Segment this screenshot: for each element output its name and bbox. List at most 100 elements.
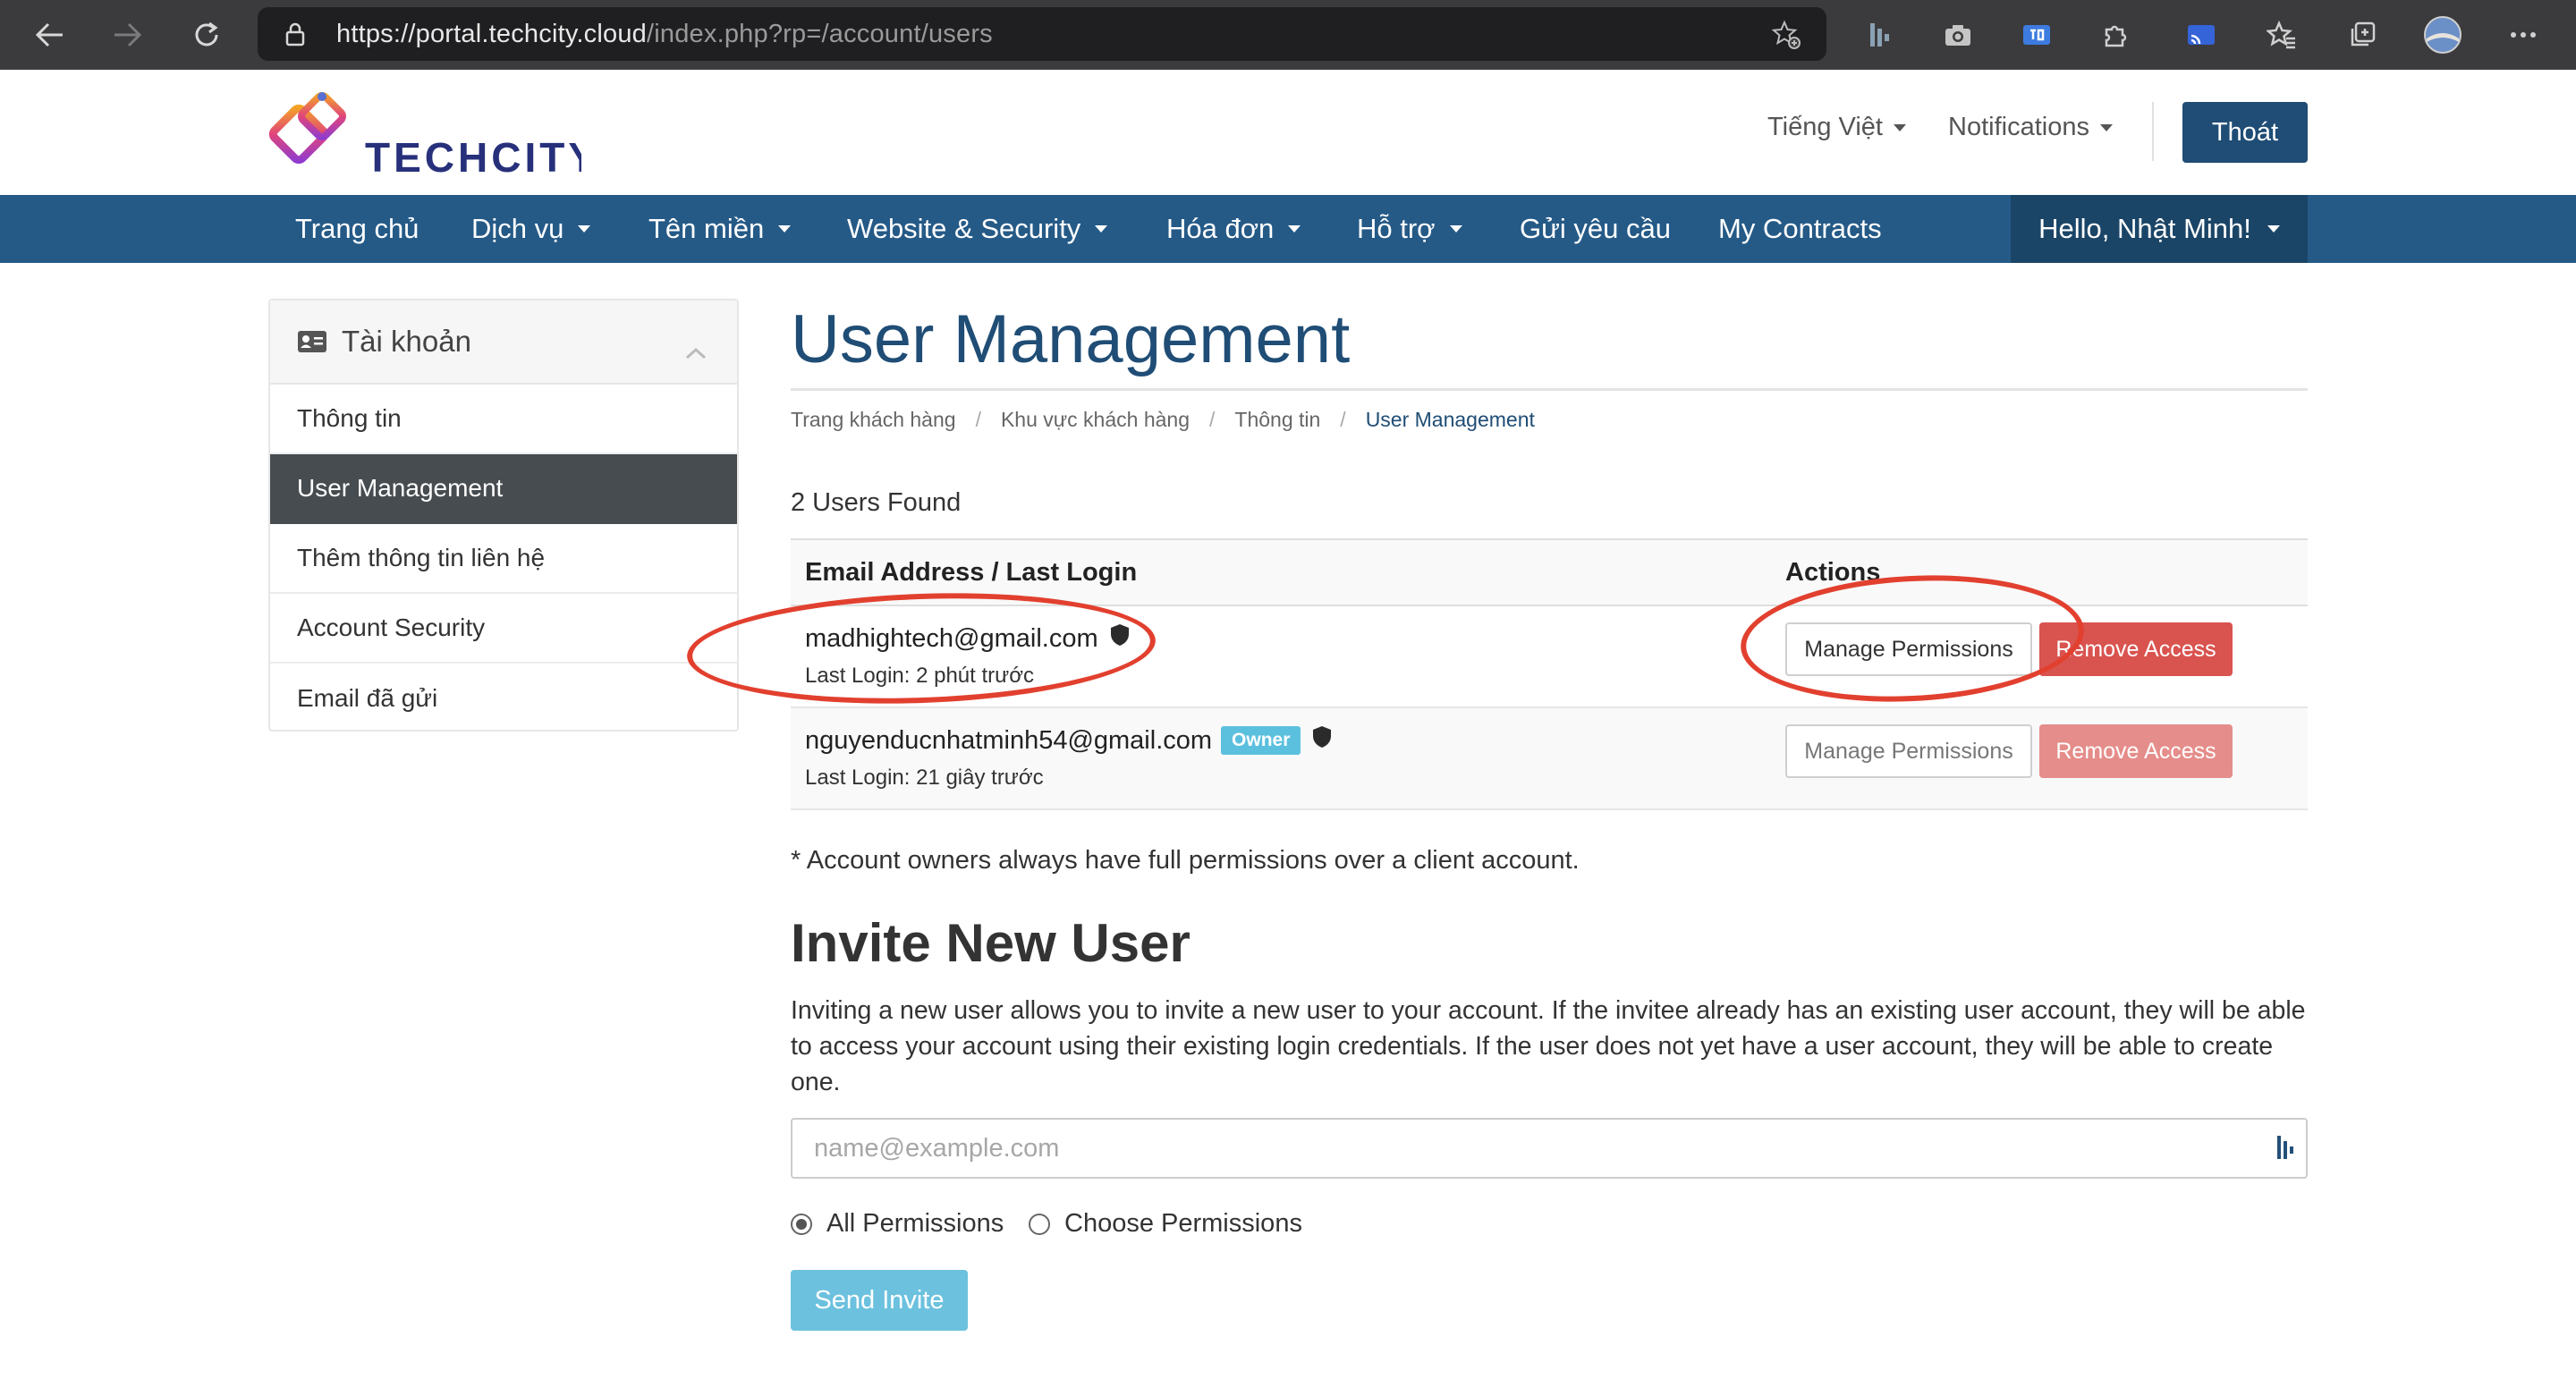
account-sidebar: Tài khoản Thông tin User Management Thêm…	[268, 299, 739, 732]
nav-billing-label: Hóa đơn	[1166, 213, 1275, 244]
sidebar-item-label: Thông tin	[297, 404, 402, 432]
nav-services-label: Dịch vụ	[471, 213, 564, 244]
notifications-label: Notifications	[1948, 113, 2089, 141]
page-title: User Management	[791, 301, 1351, 377]
nav-website-security[interactable]: Website & Security	[847, 195, 1108, 263]
users-table: Email Address / Last Login Actions madhi…	[791, 538, 2308, 810]
breadcrumb-profile[interactable]: Thông tin	[1234, 408, 1320, 432]
techcity-logo[interactable]: TECHCITY	[268, 88, 596, 181]
sidebar-item-user-management[interactable]: User Management	[270, 454, 737, 524]
invite-section-title: Invite New User	[791, 913, 1191, 973]
nav-submit-ticket[interactable]: Gửi yêu cầu	[1520, 195, 1671, 263]
nav-domains[interactable]: Tên miền	[648, 195, 792, 263]
column-header-email: Email Address / Last Login	[805, 558, 1138, 587]
user-last-login: Last Login: 2 phút trước	[805, 664, 1034, 688]
owner-permissions-note: * Account owners always have full permis…	[791, 846, 1580, 875]
bitwarden-extension-icon[interactable]	[1857, 13, 1902, 57]
nav-my-contracts[interactable]: My Contracts	[1718, 195, 1882, 263]
logout-button[interactable]: Thoát	[2182, 102, 2308, 163]
chevron-down-icon	[1288, 225, 1301, 233]
site-header: TECHCITY Tiếng Việt Notifications Thoát	[0, 70, 2576, 195]
more-menu-icon[interactable]	[2501, 13, 2546, 57]
sidebar-header[interactable]: Tài khoản	[270, 300, 737, 385]
sidebar-item-label: Account Security	[297, 613, 486, 641]
nav-support[interactable]: Hỗ trợ	[1357, 195, 1462, 263]
collections-icon[interactable]	[2340, 13, 2385, 57]
sidebar-item-emails-sent[interactable]: Email đã gửi	[270, 664, 737, 733]
breadcrumb-separator: /	[1209, 408, 1216, 431]
radio-all-permissions[interactable]: All Permissions	[791, 1209, 1004, 1239]
chevron-down-icon	[778, 225, 792, 233]
nav-home-label: Trang chủ	[295, 213, 419, 244]
sidebar-item-label: Thêm thông tin liên hệ	[297, 544, 546, 571]
breadcrumb-client-home[interactable]: Trang khách hàng	[791, 408, 956, 432]
logo-text: TECHCITY	[365, 134, 581, 177]
shield-icon	[1311, 724, 1333, 757]
radio-all-permissions-control[interactable]	[791, 1213, 812, 1235]
language-dropdown[interactable]: Tiếng Việt	[1767, 113, 1906, 142]
sidebar-item-label: Email đã gửi	[297, 684, 438, 712]
user-greeting: Hello, Nhật Minh!	[2038, 213, 2251, 244]
sidebar-item-profile[interactable]: Thông tin	[270, 385, 737, 454]
favorites-icon[interactable]	[2259, 13, 2304, 57]
url-path: /index.php?rp=/account/users	[647, 19, 993, 48]
table-row: madhightech@gmail.com Last Login: 2 phút…	[791, 606, 2308, 708]
user-email: madhightech@gmail.com	[805, 622, 1131, 655]
chevron-down-icon	[2267, 225, 2280, 233]
nav-domains-label: Tên miền	[648, 213, 765, 244]
title-divider	[791, 388, 2308, 391]
notifications-dropdown[interactable]: Notifications	[1948, 113, 2113, 142]
reload-icon[interactable]	[184, 13, 229, 57]
puzzle-extension-icon[interactable]	[2093, 13, 2138, 57]
user-email-text: nguyenducnhatminh54@gmail.com	[805, 725, 1213, 755]
add-favorite-icon[interactable]	[1771, 20, 1801, 55]
chevron-down-icon	[578, 225, 591, 233]
breadcrumb-separator: /	[1340, 408, 1346, 431]
profile-avatar-icon[interactable]	[2420, 13, 2465, 57]
back-icon[interactable]	[27, 13, 72, 57]
remove-access-button-disabled[interactable]: Remove Access	[2039, 724, 2233, 778]
sidebar-title: Tài khoản	[342, 325, 471, 358]
nav-support-label: Hỗ trợ	[1357, 213, 1436, 244]
header-divider	[2152, 102, 2154, 161]
sidebar-item-account-security[interactable]: Account Security	[270, 594, 737, 664]
chevron-down-icon	[1095, 225, 1108, 233]
cast-extension-icon[interactable]	[2179, 13, 2224, 57]
nav-my-contracts-label: My Contracts	[1718, 213, 1882, 244]
radio-choose-permissions-label: Choose Permissions	[1064, 1209, 1302, 1238]
chevron-up-icon[interactable]	[685, 333, 707, 367]
forward-icon[interactable]	[106, 13, 150, 57]
sidebar-item-contacts[interactable]: Thêm thông tin liên hệ	[270, 524, 737, 594]
breadcrumb: Trang khách hàng / Khu vực khách hàng / …	[791, 408, 1535, 432]
chevron-down-icon	[1893, 124, 1906, 132]
manage-permissions-button[interactable]: Manage Permissions	[1785, 622, 2032, 676]
chevron-down-icon	[1449, 225, 1462, 233]
column-header-actions: Actions	[1785, 558, 1881, 587]
nav-home[interactable]: Trang chủ	[295, 195, 419, 263]
bitwarden-autofill-icon[interactable]	[2275, 1134, 2295, 1165]
table-header-row: Email Address / Last Login Actions	[791, 538, 2308, 606]
lock-icon	[284, 21, 306, 51]
user-menu-dropdown[interactable]: Hello, Nhật Minh!	[2011, 195, 2308, 263]
translate-extension-icon[interactable]	[2014, 13, 2059, 57]
radio-choose-permissions-control[interactable]	[1029, 1213, 1050, 1235]
breadcrumb-separator: /	[975, 408, 981, 431]
invite-email-input[interactable]	[791, 1118, 2308, 1179]
nav-billing[interactable]: Hóa đơn	[1166, 195, 1301, 263]
camera-extension-icon[interactable]	[1936, 13, 1980, 57]
address-bar[interactable]: https://portal.techcity.cloud/index.php?…	[258, 7, 1826, 61]
invite-description: Inviting a new user allows you to invite…	[791, 996, 2306, 1096]
id-card-icon	[297, 330, 327, 353]
remove-access-button[interactable]: Remove Access	[2039, 622, 2233, 676]
owner-badge: Owner	[1221, 726, 1301, 755]
breadcrumb-client-area[interactable]: Khu vực khách hàng	[1001, 408, 1190, 432]
nav-submit-ticket-label: Gửi yêu cầu	[1520, 213, 1671, 244]
main-navigation: Trang chủ Dịch vụ Tên miền Website & Sec…	[0, 195, 2576, 263]
radio-choose-permissions[interactable]: Choose Permissions	[1029, 1209, 1302, 1239]
nav-services[interactable]: Dịch vụ	[471, 195, 591, 263]
send-invite-button[interactable]: Send Invite	[791, 1270, 968, 1331]
manage-permissions-button-disabled[interactable]: Manage Permissions	[1785, 724, 2032, 778]
users-found-count: 2 Users Found	[791, 488, 962, 517]
radio-all-permissions-label: All Permissions	[826, 1209, 1004, 1238]
user-email: nguyenducnhatminh54@gmail.com Owner	[805, 724, 1333, 757]
